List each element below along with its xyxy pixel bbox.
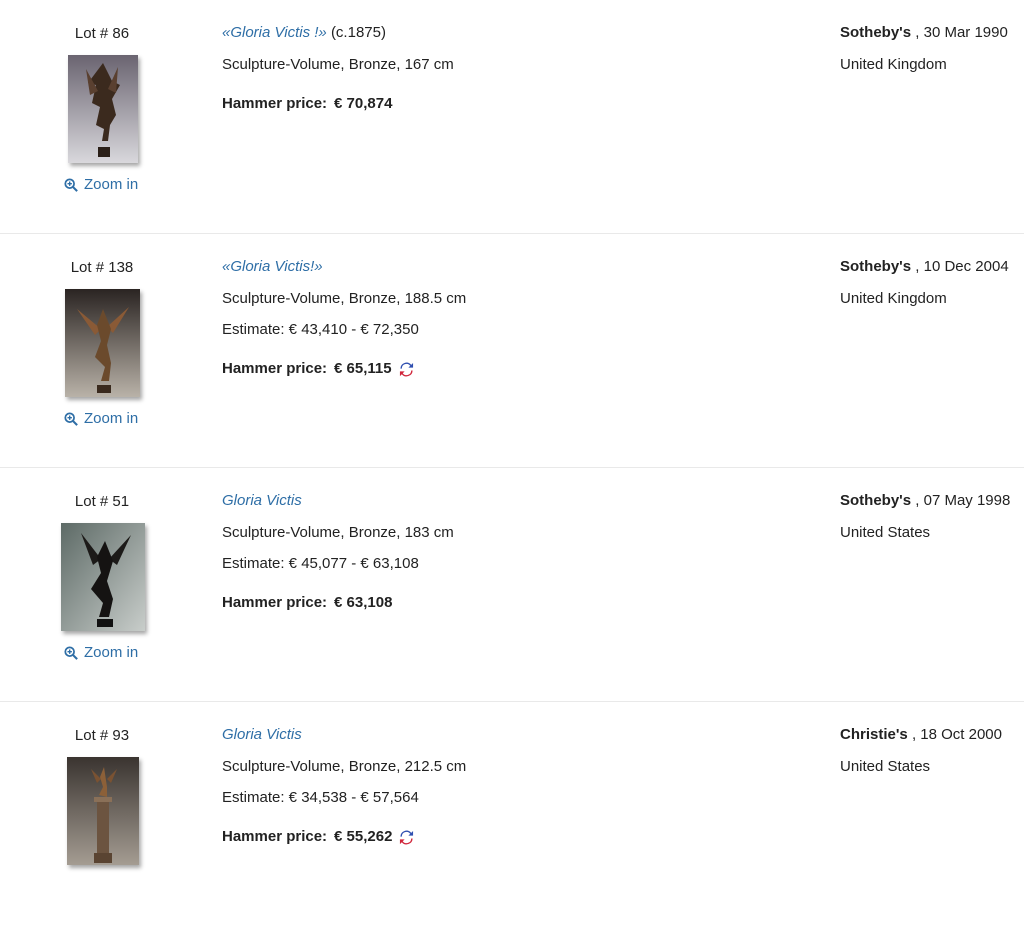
auction-house-info: Sotheby's , 07 May 1998 United States [840, 493, 1010, 556]
hammer-value: € 70,874 [334, 94, 393, 112]
artwork-title-link[interactable]: Gloria Victis [222, 492, 302, 509]
lot-info: «Gloria Victis!» Sculpture-Volume, Bronz… [222, 259, 466, 385]
lot-row: Lot # 93 Gloria Victis Sculpture-Volume,… [0, 702, 1024, 936]
hammer-price: Hammer price: € 63,108 [222, 588, 454, 620]
auction-house: Sotheby's [840, 258, 912, 275]
artwork-thumbnail[interactable] [68, 55, 138, 163]
auction-house-info: Christie's , 18 Oct 2000 United States [840, 727, 1002, 790]
zoom-label: Zoom in [84, 176, 139, 193]
sale-date: , 18 Oct 2000 [911, 726, 1002, 743]
zoom-in-link[interactable]: Zoom in [64, 410, 138, 427]
lot-number: Lot # 93 [74, 727, 130, 744]
hammer-value: € 65,115 [334, 360, 392, 378]
artwork-thumbnail[interactable] [65, 289, 140, 397]
artwork-thumbnail[interactable] [61, 523, 145, 631]
auction-house-info: Sotheby's , 30 Mar 1990 United Kingdom [840, 25, 1008, 88]
lot-number: Lot # 86 [74, 25, 130, 42]
medium: Sculpture-Volume, Bronze, 188.5 cm [222, 289, 467, 307]
sale-country: United Kingdom [840, 55, 947, 73]
magnifier-plus-icon [64, 177, 78, 192]
currency-convert-icon[interactable] [399, 830, 414, 845]
currency-convert-icon[interactable] [399, 362, 414, 377]
estimate: Estimate: € 34,538 - € 57,564 [222, 789, 419, 806]
zoom-label: Zoom in [84, 410, 139, 427]
zoom-label: Zoom in [84, 644, 139, 661]
medium: Sculpture-Volume, Bronze, 212.5 cm [222, 757, 467, 775]
lot-number: Lot # 138 [70, 259, 134, 276]
lot-info: «Gloria Victis !» (c.1875) Sculpture-Vol… [222, 25, 454, 120]
medium: Sculpture-Volume, Bronze, 167 cm [222, 55, 454, 73]
sale-country: United Kingdom [840, 289, 947, 307]
sale-country: United States [840, 757, 931, 775]
hammer-price: Hammer price: € 70,874 [222, 88, 454, 120]
auction-house: Christie's [840, 726, 908, 743]
auction-house-info: Sotheby's , 10 Dec 2004 United Kingdom [840, 259, 1009, 322]
estimate: Estimate: € 43,410 - € 72,350 [222, 321, 419, 338]
hammer-label: Hammer price: [222, 828, 328, 846]
hammer-value: € 55,262 [334, 828, 393, 846]
magnifier-plus-icon [64, 411, 78, 426]
hammer-price: Hammer price: € 55,262 [222, 822, 466, 854]
estimate: Estimate: € 45,077 - € 63,108 [222, 555, 419, 572]
lot-number: Lot # 51 [74, 493, 130, 510]
magnifier-plus-icon [64, 645, 78, 660]
auction-house: Sotheby's [840, 492, 912, 509]
hammer-label: Hammer price: [222, 360, 328, 378]
auction-house: Sotheby's [840, 24, 912, 41]
artwork-title-link[interactable]: Gloria Victis [222, 726, 302, 743]
sale-country: United States [840, 523, 931, 541]
zoom-in-link[interactable]: Zoom in [64, 176, 138, 193]
lot-info: Gloria Victis Sculpture-Volume, Bronze, … [222, 493, 454, 619]
lot-info: Gloria Victis Sculpture-Volume, Bronze, … [222, 727, 466, 853]
artwork-thumbnail[interactable] [67, 757, 139, 865]
sale-date: , 30 Mar 1990 [915, 24, 1008, 41]
hammer-price: Hammer price: € 65,115 [222, 354, 466, 386]
lot-row: Lot # 86 Zoom in «Gloria Victis !» (c.18… [0, 0, 1024, 234]
sale-date: , 07 May 1998 [915, 492, 1011, 509]
artwork-title-link[interactable]: «Gloria Victis !» [222, 24, 327, 41]
hammer-value: € 63,108 [334, 594, 393, 612]
medium: Sculpture-Volume, Bronze, 183 cm [222, 523, 454, 541]
artwork-date: (c.1875) [330, 24, 386, 41]
lot-row: Lot # 138 Zoom in «Gloria Victis!» Sculp… [0, 234, 1024, 468]
sale-date: , 10 Dec 2004 [915, 258, 1009, 275]
hammer-label: Hammer price: [222, 594, 328, 612]
zoom-in-link[interactable]: Zoom in [64, 644, 138, 661]
artwork-title-link[interactable]: «Gloria Victis!» [222, 258, 323, 275]
lot-row: Lot # 51 Zoom in Gloria Victis Sculpture… [0, 468, 1024, 702]
hammer-label: Hammer price: [222, 94, 328, 112]
